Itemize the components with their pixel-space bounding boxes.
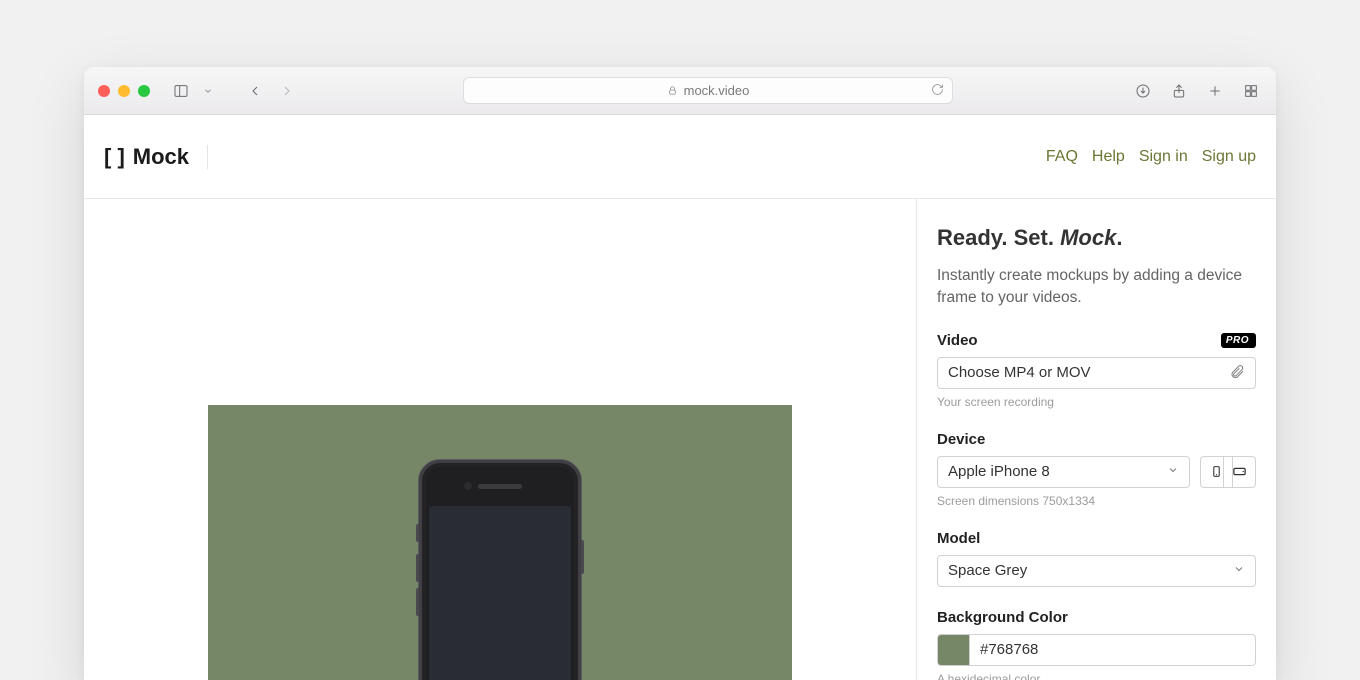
brand-logo-icon: [ ] <box>104 146 125 168</box>
field-bgcolor: Background Color #768768 A hexidecimal c… <box>937 609 1256 680</box>
lock-icon <box>667 85 678 96</box>
orientation-toggle <box>1200 456 1256 488</box>
close-window-button[interactable] <box>98 85 110 97</box>
device-frame-iphone <box>418 459 582 680</box>
model-select[interactable]: Space Grey <box>937 555 1256 587</box>
mockup-stage <box>208 405 792 680</box>
field-model: Model Space Grey <box>937 530 1256 587</box>
header-nav: FAQ Help Sign in Sign up <box>1046 148 1256 166</box>
device-label: Device <box>937 431 985 448</box>
maximize-window-button[interactable] <box>138 85 150 97</box>
share-button[interactable] <box>1168 81 1190 101</box>
brand-divider <box>207 145 208 169</box>
forward-button[interactable] <box>276 81 298 101</box>
brand[interactable]: [ ] Mock <box>104 144 208 170</box>
bgcolor-value: #768768 <box>980 641 1038 658</box>
device-camera <box>464 482 472 490</box>
smartphone-landscape-icon <box>1232 464 1247 479</box>
brand-name: Mock <box>133 144 189 170</box>
preview-canvas <box>84 199 916 680</box>
device-mute-switch <box>416 524 419 542</box>
title-suffix: . <box>1116 225 1122 250</box>
attachment-icon <box>1229 363 1245 383</box>
model-label: Model <box>937 530 980 547</box>
bgcolor-help: A hexidecimal color <box>937 672 1256 680</box>
back-button[interactable] <box>244 81 266 101</box>
new-tab-button[interactable] <box>1204 81 1226 101</box>
nav-signin[interactable]: Sign in <box>1139 148 1188 166</box>
tab-overview-button[interactable] <box>1240 81 1262 101</box>
field-device: Device Apple iPhone 8 <box>937 431 1256 508</box>
content-area: Ready. Set. Mock. Instantly create mocku… <box>84 199 1276 680</box>
settings-sidebar: Ready. Set. Mock. Instantly create mocku… <box>916 199 1276 680</box>
device-help: Screen dimensions 750x1334 <box>937 494 1256 508</box>
model-value: Space Grey <box>948 562 1027 579</box>
smartphone-icon <box>1210 465 1223 478</box>
device-volume-down <box>416 588 419 616</box>
video-help: Your screen recording <box>937 395 1256 409</box>
device-screen <box>429 506 571 680</box>
device-value: Apple iPhone 8 <box>948 463 1050 480</box>
field-video: Video PRO Choose MP4 or MOV Your screen … <box>937 332 1256 409</box>
device-volume-up <box>416 554 419 582</box>
video-placeholder: Choose MP4 or MOV <box>948 364 1091 381</box>
device-speaker <box>478 484 522 489</box>
safari-toolbar: mock.video <box>84 67 1276 115</box>
bgcolor-input[interactable]: #768768 <box>969 634 1256 666</box>
orientation-landscape-button[interactable] <box>1223 456 1256 488</box>
address-bar[interactable]: mock.video <box>463 77 953 104</box>
video-file-input[interactable]: Choose MP4 or MOV <box>937 357 1256 389</box>
sidebar-toggle-button[interactable] <box>170 81 192 101</box>
chevron-down-icon <box>1167 463 1179 480</box>
sidebar-description: Instantly create mockups by adding a dev… <box>937 265 1256 310</box>
nav-faq[interactable]: FAQ <box>1046 148 1078 166</box>
downloads-button[interactable] <box>1132 81 1154 101</box>
bgcolor-label: Background Color <box>937 609 1068 626</box>
page-header: [ ] Mock FAQ Help Sign in Sign up <box>84 115 1276 199</box>
browser-window: mock.video [ ] Mock <box>84 67 1276 680</box>
video-label: Video <box>937 332 978 349</box>
nav-help[interactable]: Help <box>1092 148 1125 166</box>
window-controls <box>98 85 150 97</box>
tab-group-dropdown[interactable] <box>202 81 214 101</box>
sidebar-title: Ready. Set. Mock. <box>937 225 1256 251</box>
address-text: mock.video <box>684 83 750 98</box>
minimize-window-button[interactable] <box>118 85 130 97</box>
reload-button[interactable] <box>931 83 944 99</box>
pro-badge: PRO <box>1221 333 1256 348</box>
chevron-down-icon <box>1233 562 1245 579</box>
device-select[interactable]: Apple iPhone 8 <box>937 456 1190 488</box>
title-mock: Mock <box>1060 225 1116 250</box>
nav-signup[interactable]: Sign up <box>1202 148 1256 166</box>
bgcolor-swatch[interactable] <box>937 634 969 666</box>
title-prefix: Ready. Set. <box>937 225 1060 250</box>
device-side-button <box>581 540 584 574</box>
